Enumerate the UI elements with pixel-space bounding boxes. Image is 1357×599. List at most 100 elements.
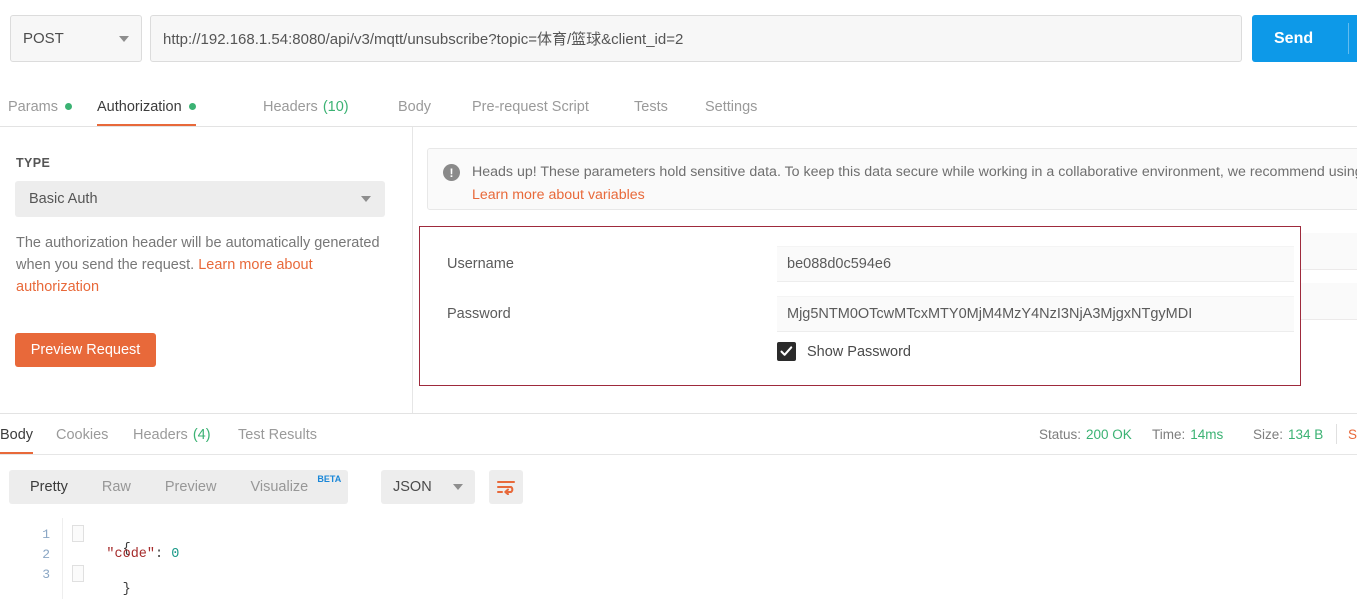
auth-type-value: Basic Auth xyxy=(29,191,98,207)
tab-headers-label: Headers xyxy=(263,98,318,115)
response-language-dropdown[interactable]: JSON xyxy=(381,470,475,504)
size-value: 134 B xyxy=(1288,427,1324,442)
code-line-3: } xyxy=(74,567,131,599)
json-key-code: "code" xyxy=(106,547,156,562)
view-pretty-label: Pretty xyxy=(30,479,68,495)
show-password-row: Show Password xyxy=(777,342,911,361)
line-number: 1 xyxy=(42,527,50,542)
response-tab-headers[interactable]: Headers (4) xyxy=(133,414,211,455)
auth-description: The authorization header will be automat… xyxy=(16,232,392,298)
size-badge: Size: 134 B xyxy=(1253,414,1323,455)
ghost-field-password xyxy=(1301,283,1357,319)
status-divider xyxy=(1336,424,1337,444)
tab-pre-request-script-label: Pre-request Script xyxy=(472,98,589,115)
line-number-gutter: 1 2 3 xyxy=(0,518,62,599)
tab-headers[interactable]: Headers (10) xyxy=(263,86,349,127)
time-value: 14ms xyxy=(1190,427,1224,442)
status-label: Status: xyxy=(1039,427,1082,442)
tab-body[interactable]: Body xyxy=(398,86,431,127)
auth-credentials-pane: ! Heads up! These parameters hold sensit… xyxy=(413,127,1357,413)
sensitive-data-notice-text: Heads up! These parameters hold sensitiv… xyxy=(472,164,1357,180)
password-label: Password xyxy=(447,306,511,322)
response-tab-cookies-label: Cookies xyxy=(56,426,109,443)
show-password-label: Show Password xyxy=(807,343,911,360)
send-button-label: Send xyxy=(1274,29,1314,47)
ghost-field-username xyxy=(1301,233,1357,269)
chevron-down-icon xyxy=(453,484,463,490)
response-tab-test-results-label: Test Results xyxy=(238,426,317,443)
exclamation-circle-icon: ! xyxy=(443,164,460,181)
unsaved-dot-icon xyxy=(188,103,196,110)
request-url-value: http://192.168.1.54:8080/api/v3/mqtt/uns… xyxy=(163,31,684,48)
ghost-row-divider xyxy=(1301,269,1357,270)
response-view-switcher: Pretty Raw Preview Visualize BETA xyxy=(9,470,349,504)
view-preview[interactable]: Preview xyxy=(148,470,234,504)
view-raw-label: Raw xyxy=(101,479,131,495)
http-method-value: POST xyxy=(23,30,64,47)
send-divider xyxy=(1348,23,1349,54)
http-method-dropdown[interactable]: POST xyxy=(10,15,142,62)
tab-params-label: Params xyxy=(8,98,58,115)
response-body-code[interactable]: 1 2 3 { "code": 0 } xyxy=(0,518,1357,599)
username-row: Username be088d0c594e6 xyxy=(420,239,1302,289)
preview-request-label: Preview Request xyxy=(30,342,141,358)
gutter-divider xyxy=(62,518,63,599)
view-raw[interactable]: Raw xyxy=(85,470,148,504)
password-input[interactable]: Mjg5NTM0OTcwMTcxMTY0MjM4MzY4NzI3NjA3Mjgx… xyxy=(777,296,1294,332)
tab-pre-request-script[interactable]: Pre-request Script xyxy=(472,86,589,127)
response-tab-headers-count: (4) xyxy=(192,426,211,443)
beta-badge: BETA xyxy=(317,474,342,484)
tab-tests-label: Tests xyxy=(634,98,668,115)
save-response-label: Save Response xyxy=(1348,427,1357,442)
line-number: 2 xyxy=(42,547,50,562)
preview-request-button[interactable]: Preview Request xyxy=(15,333,156,367)
response-tab-headers-label: Headers xyxy=(133,426,188,443)
time-badge: Time: 14ms xyxy=(1152,414,1223,455)
view-pretty[interactable]: Pretty xyxy=(13,470,85,504)
sensitive-data-notice-body: Heads up! These parameters hold sensitiv… xyxy=(472,161,1357,207)
view-visualize-label: Visualize xyxy=(250,479,309,495)
tab-authorization-label: Authorization xyxy=(97,98,182,115)
response-tab-body[interactable]: Body xyxy=(0,414,34,455)
save-response-button[interactable]: Save Response xyxy=(1348,414,1357,455)
username-input[interactable]: be088d0c594e6 xyxy=(777,246,1294,282)
password-row: Password Mjg5NTM0OTcwMTcxMTY0MjM4MzY4NzI… xyxy=(420,289,1302,339)
json-brace-close: } xyxy=(122,582,131,597)
request-url-bar: POST http://192.168.1.54:8080/api/v3/mqt… xyxy=(0,0,1357,78)
tab-params[interactable]: Params xyxy=(8,86,72,127)
json-value-code: 0 xyxy=(171,547,180,562)
wrap-text-button[interactable] xyxy=(489,470,523,504)
tab-settings-label: Settings xyxy=(705,98,758,115)
unsaved-dot-icon xyxy=(64,103,72,110)
show-password-checkbox[interactable] xyxy=(777,342,796,361)
auth-type-dropdown[interactable]: Basic Auth xyxy=(15,181,385,217)
postman-window: POST http://192.168.1.54:8080/api/v3/mqt… xyxy=(0,0,1357,599)
view-visualize[interactable]: Visualize BETA xyxy=(233,470,344,504)
sensitive-data-notice: ! Heads up! These parameters hold sensit… xyxy=(427,148,1357,210)
json-colon: : xyxy=(155,547,172,562)
send-button[interactable]: Send xyxy=(1252,15,1357,62)
response-tab-divider xyxy=(0,454,1357,455)
request-url-input[interactable]: http://192.168.1.54:8080/api/v3/mqtt/uns… xyxy=(150,15,1242,62)
response-format-bar: Pretty Raw Preview Visualize BETA JSON xyxy=(0,456,1357,518)
chevron-down-icon xyxy=(119,35,129,42)
wrap-text-icon xyxy=(497,481,515,495)
tab-settings[interactable]: Settings xyxy=(705,86,757,127)
line-number: 3 xyxy=(42,567,50,582)
response-tab-test-results[interactable]: Test Results xyxy=(238,414,317,455)
status-badge: Status: 200 OK xyxy=(1039,414,1132,455)
response-tab-cookies[interactable]: Cookies xyxy=(56,414,108,455)
auth-type-pane: TYPE Basic Auth The authorization header… xyxy=(0,127,412,413)
credential-rows-overflow xyxy=(1301,226,1357,386)
view-preview-label: Preview xyxy=(164,479,217,495)
ghost-row-divider xyxy=(1301,319,1357,320)
chevron-down-icon xyxy=(361,196,371,202)
basic-auth-credentials-card: Username be088d0c594e6 Password Mjg5NTM0… xyxy=(419,226,1301,386)
variables-learn-more-link[interactable]: Learn more about variables xyxy=(472,187,645,203)
tab-authorization[interactable]: Authorization xyxy=(97,86,196,127)
username-label: Username xyxy=(447,256,514,272)
size-label: Size: xyxy=(1253,427,1284,442)
tab-tests[interactable]: Tests xyxy=(634,86,668,127)
response-tab-body-label: Body xyxy=(0,426,34,443)
